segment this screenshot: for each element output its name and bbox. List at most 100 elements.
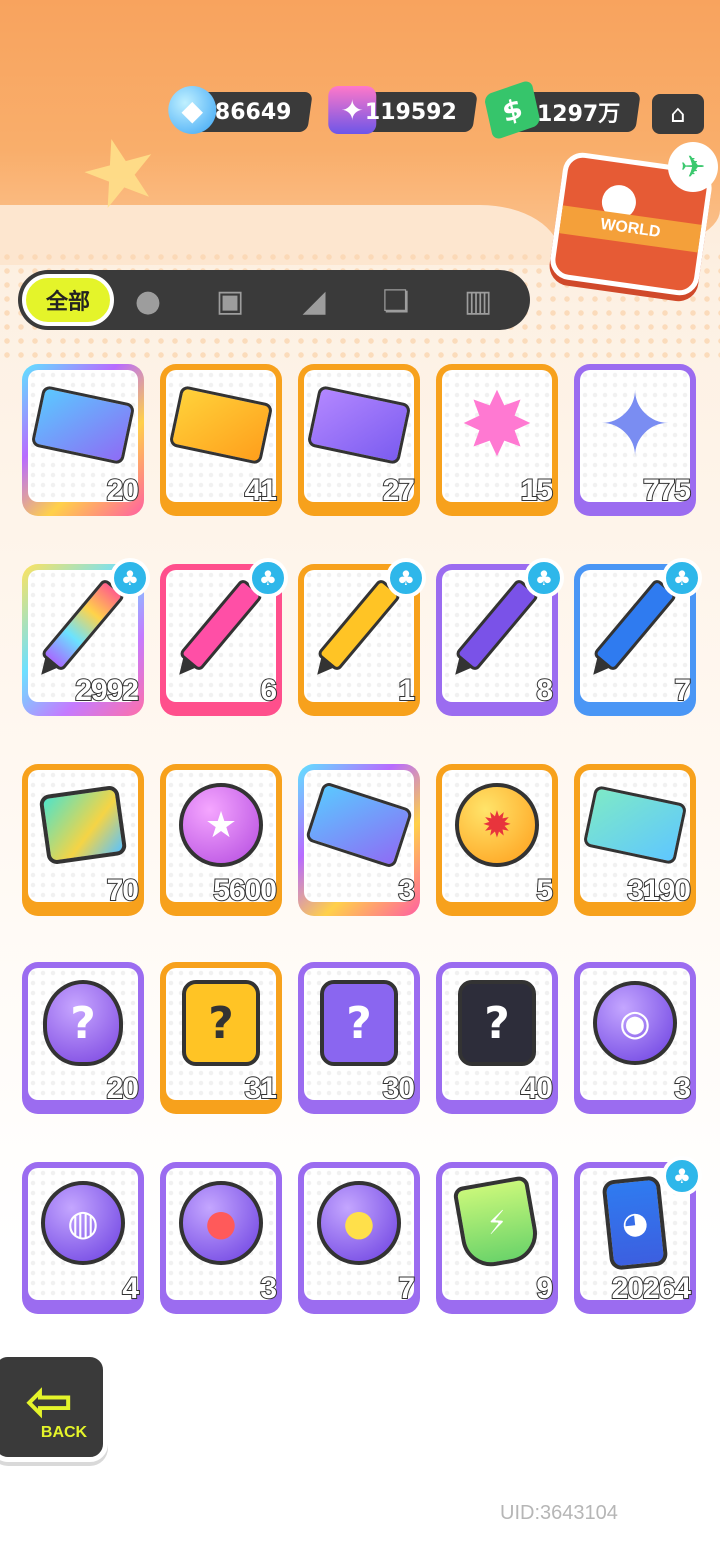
item-count: 775 bbox=[642, 473, 692, 508]
mystery-card-icon: ? bbox=[320, 980, 398, 1066]
tab-cards[interactable]: ❏ bbox=[370, 280, 422, 322]
spray-currency[interactable]: ✦ 119592 bbox=[328, 86, 478, 134]
item-count: 4 bbox=[121, 1271, 140, 1306]
item-count: 9 bbox=[535, 1271, 554, 1306]
item-count: 3190 bbox=[626, 873, 692, 908]
item-slot[interactable]: ✹ 5 bbox=[436, 764, 558, 916]
cool-orb-icon: ★ bbox=[179, 783, 263, 867]
mystery-photo-icon: ? bbox=[458, 980, 536, 1066]
back-button[interactable]: ⇦ BACK bbox=[0, 1352, 108, 1462]
item-count: 3 bbox=[673, 1071, 692, 1106]
person-icon: ● bbox=[134, 283, 162, 319]
spray-icon: ◢ bbox=[302, 283, 326, 319]
tab-books[interactable]: ▥ bbox=[452, 280, 504, 322]
item-count: 20 bbox=[106, 473, 140, 508]
item-slot[interactable]: ? 40 bbox=[436, 962, 558, 1114]
item-count: 70 bbox=[106, 873, 140, 908]
item-slot[interactable]: 27 bbox=[298, 364, 420, 516]
box-icon: ▣ bbox=[215, 283, 245, 319]
crayon-icon bbox=[454, 577, 540, 673]
ticket-icon bbox=[168, 384, 274, 466]
gem-icon: ◆ bbox=[168, 86, 217, 134]
world-suitcase-button[interactable]: WORLD ✈ bbox=[547, 142, 718, 302]
cards-icon: ❏ bbox=[382, 283, 410, 319]
pet-orb-icon: ◍ bbox=[41, 1181, 125, 1265]
item-count: 8 bbox=[535, 673, 554, 708]
crayon-icon bbox=[592, 577, 678, 673]
item-slot[interactable]: ● 7 bbox=[298, 1162, 420, 1314]
item-slot[interactable]: ★ 5600 bbox=[160, 764, 282, 916]
item-count: 3 bbox=[259, 1271, 278, 1306]
item-count: 2992 bbox=[74, 673, 140, 708]
gift-button[interactable]: ⌂ bbox=[652, 94, 704, 134]
item-slot[interactable]: 70 bbox=[22, 764, 144, 916]
tab-boxes[interactable]: ▣ bbox=[204, 280, 256, 322]
crayon-icon bbox=[316, 577, 402, 673]
item-slot[interactable]: ● 3 bbox=[160, 1162, 282, 1314]
palm-tree-badge-icon: ♣ bbox=[662, 1156, 702, 1196]
item-count: 20264 bbox=[611, 1271, 692, 1306]
crayon-icon bbox=[178, 577, 264, 673]
item-slot[interactable]: 2992 ♣ bbox=[22, 558, 150, 716]
item-slot[interactable]: 7 ♣ bbox=[574, 558, 702, 716]
cash-currency[interactable]: $ 1297万 bbox=[483, 79, 641, 141]
item-count: 31 bbox=[244, 1071, 278, 1106]
season-ticket-icon bbox=[582, 784, 688, 866]
item-slot[interactable]: 8 ♣ bbox=[436, 558, 564, 716]
pet-orb-icon: ● bbox=[179, 1181, 263, 1265]
pet-orb-icon: ● bbox=[317, 1181, 401, 1265]
back-arrow-icon: ⇦ bbox=[24, 1367, 74, 1435]
item-slot[interactable]: ◕ 20264 ♣ bbox=[574, 1156, 702, 1314]
world-label: WORLD bbox=[599, 215, 662, 242]
book-icon: ▥ bbox=[463, 283, 493, 319]
item-count: 7 bbox=[673, 673, 692, 708]
item-count: 27 bbox=[382, 473, 416, 508]
pet-orb-icon: ◉ bbox=[593, 981, 677, 1065]
item-count: 7 bbox=[397, 1271, 416, 1306]
gem-count: 86649 bbox=[215, 99, 292, 125]
palm-tree-badge-icon: ♣ bbox=[110, 558, 150, 598]
cash-count: 1297万 bbox=[536, 102, 620, 127]
gift-icon: ⌂ bbox=[670, 100, 686, 128]
lottery-ticket-icon bbox=[304, 780, 414, 870]
item-slot[interactable]: 3190 bbox=[574, 764, 696, 916]
item-count: 5 bbox=[535, 873, 554, 908]
item-slot[interactable]: ? 20 bbox=[22, 962, 144, 1114]
item-slot[interactable]: 20 bbox=[22, 364, 144, 516]
color-cube-icon bbox=[38, 784, 128, 866]
tab-all-label: 全部 bbox=[45, 290, 90, 315]
rainbow-star-icon: ✸ bbox=[460, 373, 534, 476]
item-slot[interactable]: ⚡ 9 bbox=[436, 1162, 558, 1314]
palm-tree-badge-icon: ♣ bbox=[662, 558, 702, 598]
gem-currency[interactable]: ◆ 86649 bbox=[168, 86, 313, 134]
spray-can-icon: ◕ bbox=[601, 1175, 669, 1271]
item-slot[interactable]: ✦ 775 bbox=[574, 364, 696, 516]
airplane-icon: ✈ bbox=[668, 142, 718, 192]
item-slot[interactable]: ? 30 bbox=[298, 962, 420, 1114]
open-cup-icon: ⚡ bbox=[452, 1175, 542, 1271]
item-count: 20 bbox=[106, 1071, 140, 1106]
item-count: 15 bbox=[520, 473, 554, 508]
palm-tree-badge-icon: ♣ bbox=[248, 558, 288, 598]
tab-all[interactable]: 全部 bbox=[22, 274, 114, 326]
spray-count: 119592 bbox=[365, 99, 457, 125]
item-slot[interactable]: 3 bbox=[298, 764, 420, 916]
palm-tree-badge-icon: ♣ bbox=[524, 558, 564, 598]
item-slot[interactable]: 41 bbox=[160, 364, 282, 516]
item-slot[interactable]: ◍ 4 bbox=[22, 1162, 144, 1314]
item-count: 41 bbox=[244, 473, 278, 508]
ticket-icon bbox=[30, 384, 136, 466]
crayon-icon bbox=[40, 577, 126, 673]
tab-sprays[interactable]: ◢ bbox=[288, 280, 340, 322]
item-slot[interactable]: ◉ 3 bbox=[574, 962, 696, 1114]
item-slot[interactable]: 6 ♣ bbox=[160, 558, 288, 716]
item-count: 6 bbox=[259, 673, 278, 708]
item-slot[interactable]: ✸ 15 bbox=[436, 364, 558, 516]
item-slot[interactable]: ? 31 bbox=[160, 962, 282, 1114]
user-id: UID:3643104 bbox=[500, 1502, 618, 1524]
tab-characters[interactable]: ● bbox=[122, 280, 174, 322]
item-slot[interactable]: 1 ♣ bbox=[298, 558, 426, 716]
crystal-star-icon: ✦ bbox=[598, 373, 672, 476]
item-count: 40 bbox=[520, 1071, 554, 1106]
item-count: 3 bbox=[397, 873, 416, 908]
